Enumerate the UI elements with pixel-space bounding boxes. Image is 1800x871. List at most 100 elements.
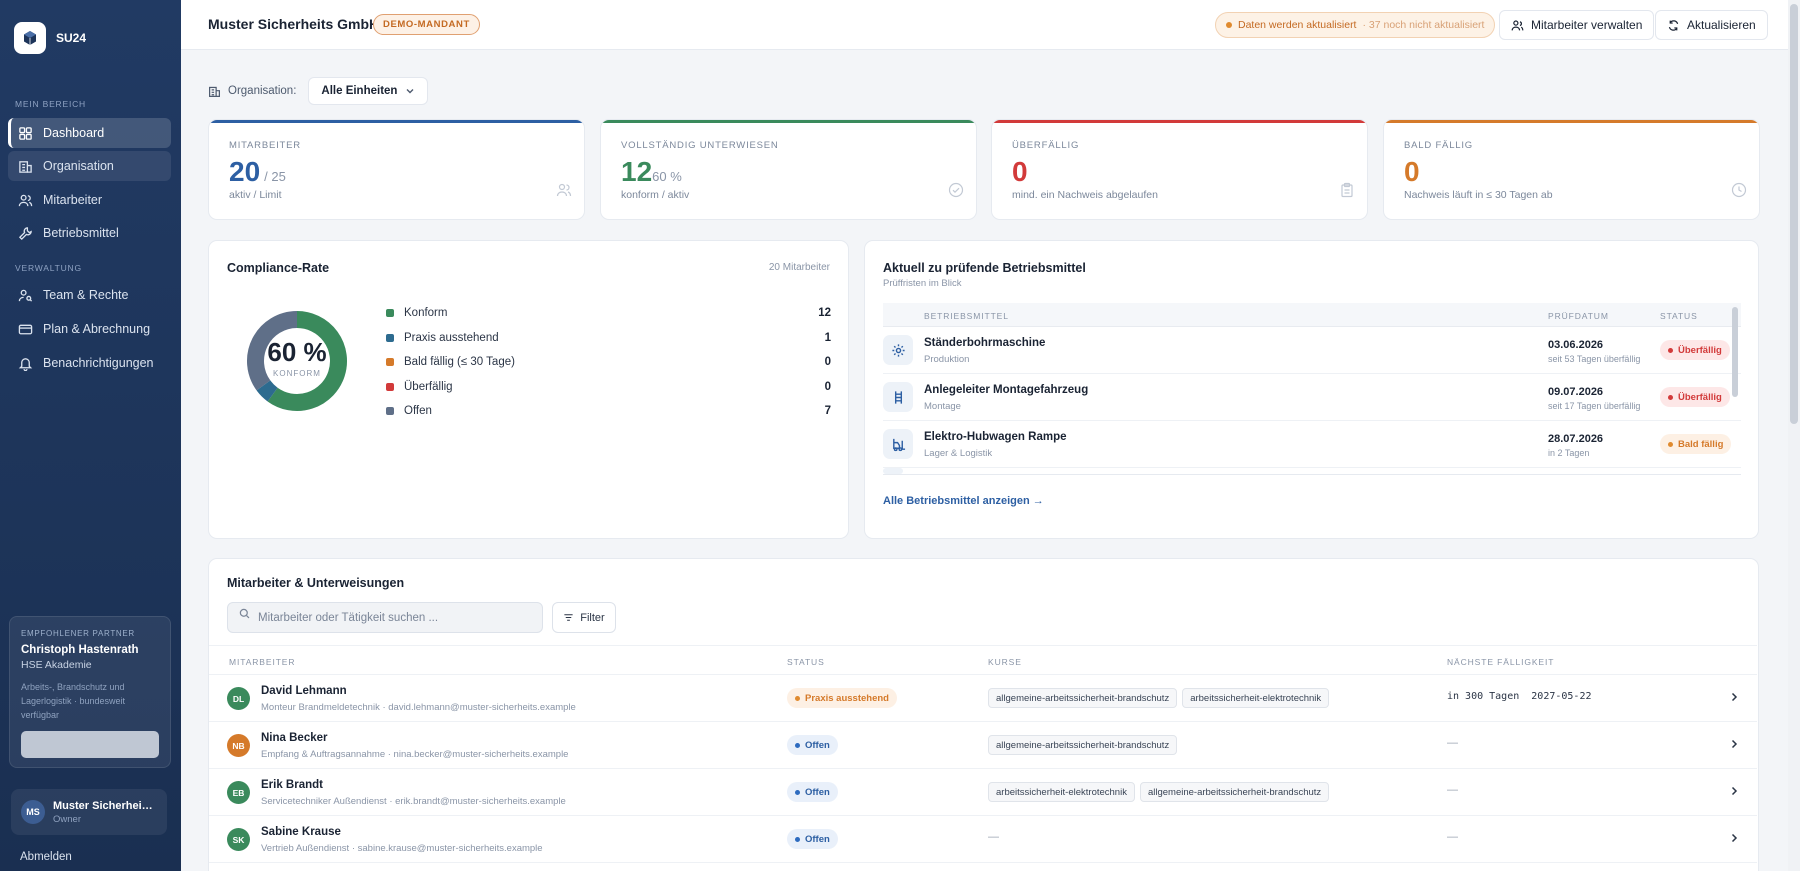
sidebar-item-organisation[interactable]: Organisation <box>8 151 171 181</box>
account-card[interactable]: MS Muster Sicherheits GmbH Owner <box>11 789 167 835</box>
clock-icon <box>1731 182 1747 198</box>
next-due: in 300 Tagen 2027-05-22 <box>1447 691 1592 702</box>
sidebar-item-plan-abrechnung[interactable]: Plan & Abrechnung <box>8 314 171 344</box>
equipment-relative: seit 17 Tagen überfällig <box>1548 401 1641 411</box>
partner-contact-button[interactable] <box>21 731 159 758</box>
equipment-location: Produktion <box>924 354 970 365</box>
kpi-label: MITARBEITER <box>229 140 301 151</box>
equipment-date: 28.07.2026 <box>1548 433 1604 445</box>
employee-name: David Lehmann <box>261 685 347 697</box>
forklift-icon <box>883 429 913 459</box>
kpi-label: ÜBERFÄLLIG <box>1012 140 1080 151</box>
column-header: KURSE <box>988 657 1022 667</box>
sidebar-item-label: Organisation <box>43 159 114 173</box>
topbar: Muster Sicherheits GmbH DEMO-MANDANT Dat… <box>181 0 1800 50</box>
filter-label: Filter <box>580 611 605 624</box>
compliance-meta: 20 Mitarbeiter <box>768 262 830 273</box>
partner-card: EMPFOHLENER PARTNER Christoph Hastenrath… <box>9 616 171 768</box>
organisation-select[interactable]: Alle Einheiten <box>308 77 429 105</box>
gear-icon <box>883 335 913 365</box>
all-equipment-link[interactable]: Alle Betriebsmittel anzeigen → <box>883 495 1044 507</box>
chevron-right-icon[interactable] <box>1728 691 1740 703</box>
legend-swatch <box>386 333 394 342</box>
partner-name: Christoph Hastenrath <box>21 644 139 656</box>
employee-details: Servicetechniker Außendienst · erik.bran… <box>261 796 566 807</box>
course-chip: allgemeine-arbeitssicherheit-brandschutz <box>988 688 1178 708</box>
table-row[interactable]: DL David Lehmann Monteur Brandmeldetechn… <box>209 675 1757 722</box>
clipboard-icon <box>1341 182 1353 198</box>
kpi-accent-bar <box>601 120 976 123</box>
table-row[interactable]: Ständerbohrmaschine Produktion 03.06.202… <box>883 327 1741 374</box>
column-header: PRÜFDATUM <box>1548 311 1609 321</box>
avatar: DL <box>227 687 250 710</box>
partner-label: EMPFOHLENER PARTNER <box>21 629 135 638</box>
column-header: BETRIEBSMITTEL <box>924 311 1009 321</box>
section-label-admin: VERWALTUNG <box>15 263 82 273</box>
avatar: SK <box>227 828 250 851</box>
check-circle-icon <box>948 182 964 198</box>
kpi-value: 0 <box>1404 156 1420 187</box>
sidebar-item-mitarbeiter[interactable]: Mitarbeiter <box>8 185 171 215</box>
course-chip: allgemeine-arbeitssicherheit-brandschutz <box>988 735 1178 755</box>
chevron-right-icon[interactable] <box>1728 738 1740 750</box>
legend-item: Konform 12 <box>386 301 831 326</box>
table-row[interactable]: EB Erik Brandt Servicetechniker Außendie… <box>209 769 1757 816</box>
manage-employees-button[interactable]: Mitarbeiter verwalten <box>1499 10 1655 40</box>
legend-count: 12 <box>818 307 831 320</box>
building-icon <box>209 86 220 97</box>
column-header: STATUS <box>1660 311 1698 321</box>
brand[interactable]: SU24 <box>14 22 86 54</box>
compliance-title: Compliance-Rate <box>227 261 330 275</box>
status-badge: Offen <box>787 782 838 802</box>
table-row[interactable]: Elektro-Hubwagen Rampe Lager & Logistik … <box>883 421 1741 468</box>
employee-details: Vertrieb Außendienst · sabine.krause@mus… <box>261 843 543 854</box>
user-icon <box>1511 19 1524 30</box>
kpi-label: BALD FÄLLIG <box>1404 140 1473 151</box>
ladder-icon <box>883 382 913 412</box>
users-icon <box>18 194 33 206</box>
kpi-card-mitarbeiter: MITARBEITER 20/ 25 aktiv / Limit <box>208 119 585 220</box>
kpi-sub: Nachweis läuft in ≤ 30 Tagen ab <box>1404 189 1553 201</box>
sidebar-item-label: Plan & Abrechnung <box>43 322 151 336</box>
sidebar-item-dashboard[interactable]: Dashboard <box>8 118 171 148</box>
brand-name: SU24 <box>56 31 87 45</box>
kpi-accent-bar <box>209 120 584 123</box>
filter-button[interactable]: Filter <box>552 602 616 633</box>
chevron-right-icon[interactable] <box>1728 832 1740 844</box>
legend-item: Offen 7 <box>386 399 831 424</box>
course-chip: allgemeine-arbeitssicherheit-brandschutz <box>1139 782 1330 802</box>
status-badge-label: Offen <box>805 786 830 798</box>
sidebar-item-benachrichtigungen[interactable]: Benachrichtigungen <box>8 348 171 378</box>
course-empty: — <box>988 831 999 843</box>
donut-slice-1 <box>256 380 278 402</box>
next-due: — <box>1447 737 1458 749</box>
equipment-scrollbar[interactable] <box>1732 307 1738 397</box>
chevron-right-icon[interactable] <box>1728 785 1740 797</box>
refresh-button[interactable]: Aktualisieren <box>1655 10 1768 40</box>
sidebar-item-label: Betriebsmittel <box>43 226 119 240</box>
legend-label: Praxis ausstehend <box>404 331 499 344</box>
status-badge: Überfällig <box>1660 340 1730 360</box>
legend-swatch <box>386 358 394 367</box>
status-badge-label: Offen <box>805 739 830 751</box>
sidebar-item-team-rechte[interactable]: Team & Rechte <box>8 280 171 310</box>
status-badge-label: Bald fällig <box>1678 438 1724 450</box>
table-row[interactable]: NB Nina Becker Empfang & Auftragsannahme… <box>209 722 1757 769</box>
course-chip: arbeitssicherheit-elektrotechnik <box>1182 688 1330 708</box>
table-row[interactable]: Anlegeleiter Montagefahrzeug Montage 09.… <box>883 374 1741 421</box>
kpi-suffix: 60 % <box>652 169 682 184</box>
chevron-down-icon <box>406 89 414 94</box>
refresh-icon <box>1668 19 1679 31</box>
building-icon <box>19 160 32 173</box>
employee-search-input[interactable]: Mitarbeiter oder Tätigkeit suchen ... <box>227 602 543 633</box>
status-badge-label: Überfällig <box>1678 391 1722 403</box>
logout-link[interactable]: Abmelden <box>20 851 72 863</box>
demo-badge: DEMO-MANDANT <box>373 14 480 35</box>
page-scrollbar-thumb[interactable] <box>1790 4 1798 424</box>
kpi-sub: aktiv / Limit <box>229 189 282 201</box>
refresh-label: Aktualisieren <box>1687 18 1756 32</box>
course-chip: arbeitssicherheit-elektrotechnik <box>988 782 1135 802</box>
table-row[interactable]: SK Sabine Krause Vertrieb Außendienst · … <box>209 816 1757 863</box>
sidebar-item-betriebsmittel[interactable]: Betriebsmittel <box>8 218 171 248</box>
section-label-main: MEIN BEREICH <box>15 99 86 109</box>
